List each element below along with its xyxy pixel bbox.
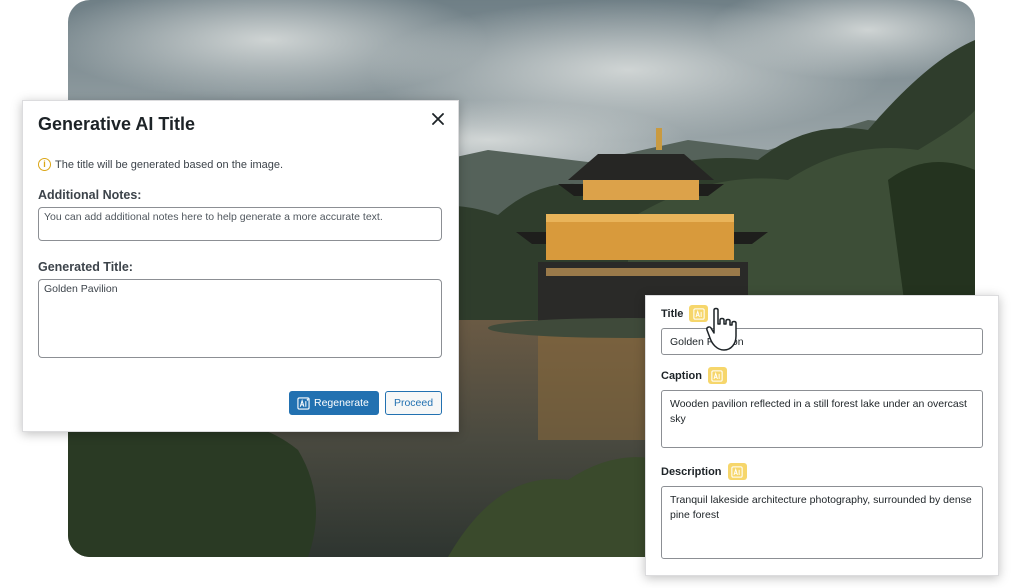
close-icon	[432, 113, 444, 125]
generative-ai-dialog: Generative AI Title i The title will be …	[22, 100, 459, 432]
pointer-cursor-icon	[706, 307, 737, 351]
caption-input[interactable]: Wooden pavilion reflected in a still for…	[661, 390, 983, 448]
description-input[interactable]: Tranquil lakeside architecture photograp…	[661, 486, 983, 559]
generated-title-input[interactable]	[38, 279, 442, 358]
ai-generate-icon	[731, 465, 743, 478]
generated-title-label: Generated Title:	[38, 260, 133, 274]
description-field-label: Description	[661, 463, 747, 480]
additional-notes-label: Additional Notes:	[38, 188, 142, 202]
additional-notes-input[interactable]	[38, 207, 442, 241]
caption-field-label: Caption	[661, 367, 727, 384]
close-button[interactable]	[426, 107, 450, 131]
regenerate-label: Regenerate	[314, 397, 369, 409]
ai-generate-icon	[711, 369, 724, 382]
proceed-button[interactable]: Proceed	[385, 391, 442, 415]
title-label-text: Title	[661, 307, 684, 320]
info-icon: i	[38, 158, 51, 171]
ai-generate-icon	[297, 396, 310, 410]
regenerate-button[interactable]: Regenerate	[289, 391, 379, 415]
description-label-text: Description	[661, 465, 722, 478]
caption-label-text: Caption	[661, 369, 702, 382]
title-field-label: Title	[661, 305, 709, 322]
info-notice: i The title will be generated based on t…	[38, 158, 283, 171]
caption-ai-button[interactable]	[707, 367, 727, 384]
dialog-title: Generative AI Title	[38, 114, 196, 134]
notice-text: The title will be generated based on the…	[55, 158, 284, 171]
media-fields-panel: Title Golden Pavilion Caption Wooden pav…	[645, 295, 999, 576]
stage: Generative AI Title i The title will be …	[0, 0, 1024, 588]
description-ai-button[interactable]	[727, 463, 747, 480]
